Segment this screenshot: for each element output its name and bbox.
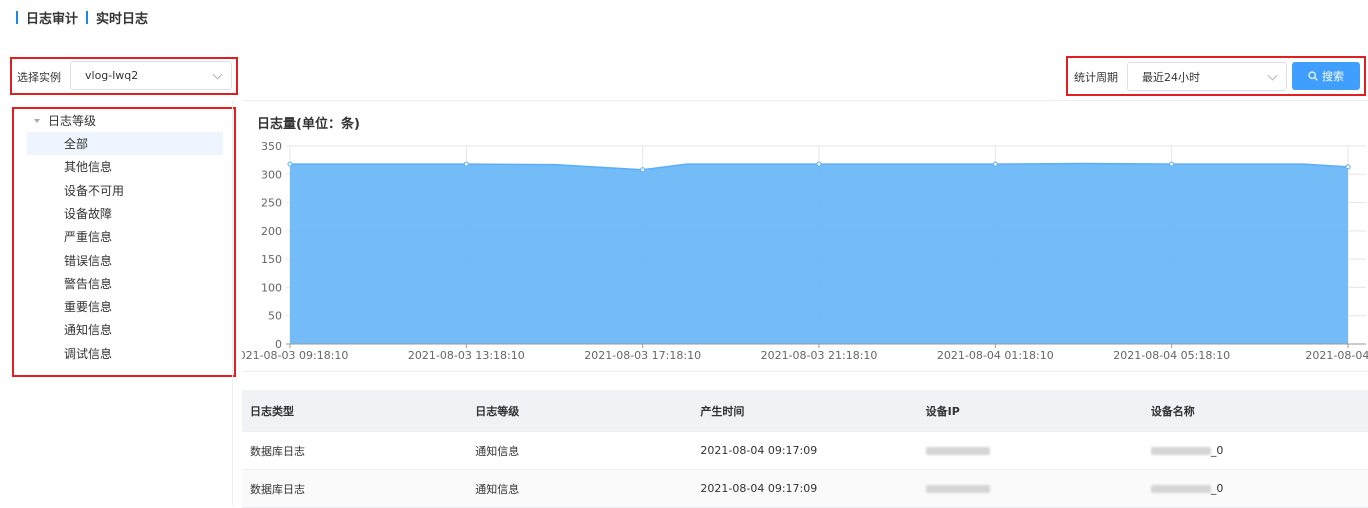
y-tick-label: 300 <box>261 168 282 181</box>
search-icon <box>1308 71 1318 81</box>
x-tick-label: 2021-08-03 17:18:10 <box>584 349 701 362</box>
data-point[interactable] <box>992 161 998 167</box>
device-name-suffix: _0 <box>1210 482 1224 495</box>
breadcrumb-current: 实时日志 <box>96 12 149 27</box>
y-tick-label: 350 <box>261 140 282 153</box>
tree-item[interactable]: 严重信息 <box>27 225 223 248</box>
search-button[interactable]: 搜索 <box>1292 62 1360 90</box>
header-log-level: 日志等级 <box>475 404 520 418</box>
tree-item[interactable]: 调试信息 <box>27 342 223 365</box>
cell-time: 2021-08-04 09:17:09 <box>700 482 818 495</box>
breadcrumb-separator <box>86 11 89 24</box>
data-point[interactable] <box>463 161 469 167</box>
cell-log-level: 通知信息 <box>475 444 520 458</box>
tree-item[interactable]: 通知信息 <box>27 318 223 341</box>
tree-item[interactable]: 重要信息 <box>27 295 223 318</box>
log-volume-chart: 0501001502002503003502021-08-03 09:18:10… <box>242 140 1368 362</box>
caret-down-icon[interactable] <box>34 118 40 123</box>
tree-root[interactable]: 日志等级 <box>34 112 96 129</box>
redacted-name <box>1150 447 1211 455</box>
breadcrumb-parent[interactable]: 日志审计 <box>26 8 78 27</box>
cell-time: 2021-08-04 09:17:09 <box>700 444 818 457</box>
x-tick-label: 2021-08-04 09: <box>1305 349 1368 362</box>
redacted-ip <box>925 447 990 455</box>
y-tick-label: 150 <box>261 253 282 266</box>
cell-device-name: _0 <box>1143 444 1368 457</box>
y-tick-label: 100 <box>261 281 282 294</box>
y-tick-label: 50 <box>268 310 282 323</box>
cell-device-ip <box>918 482 1143 495</box>
data-point[interactable] <box>640 167 646 173</box>
x-tick-label: 2021-08-04 05:18:10 <box>1113 349 1230 362</box>
search-button-label: 搜索 <box>1322 70 1344 83</box>
table-row[interactable]: 数据库日志 通知信息 2021-08-04 09:17:09 _0 <box>242 432 1368 470</box>
table-header: 日志类型 日志等级 产生时间 设备IP 设备名称 <box>242 390 1368 432</box>
header-device-name: 设备名称 <box>1150 404 1195 418</box>
chevron-down-icon <box>212 69 223 80</box>
cell-device-ip <box>918 444 1143 457</box>
device-name-suffix: _0 <box>1210 444 1224 457</box>
log-table: 日志类型 日志等级 产生时间 设备IP 设备名称 数据库日志 通知信息 2021… <box>242 390 1368 508</box>
x-tick-label: 2021-08-03 13:18:10 <box>408 349 525 362</box>
y-tick-label: 200 <box>261 225 282 238</box>
header-log-type: 日志类型 <box>250 404 294 418</box>
data-point[interactable] <box>1345 164 1351 170</box>
area-series <box>290 163 1348 344</box>
header-time: 产生时间 <box>700 404 745 418</box>
y-tick-label: 250 <box>261 197 282 210</box>
tree-root-label: 日志等级 <box>48 114 97 128</box>
cell-log-type: 数据库日志 <box>250 482 305 496</box>
data-point[interactable] <box>816 161 822 167</box>
cell-log-level: 通知信息 <box>475 482 520 496</box>
period-select[interactable]: 最近24小时 <box>1127 62 1287 91</box>
breadcrumb: 日志审计 实时日志 <box>16 8 148 27</box>
period-select-value: 最近24小时 <box>1142 70 1200 84</box>
cell-device-name: _0 <box>1143 482 1368 495</box>
chevron-down-icon <box>1267 70 1278 81</box>
x-tick-label: 2021-08-03 09:18:10 <box>242 349 348 362</box>
redacted-ip <box>925 485 990 493</box>
data-point[interactable] <box>1169 161 1175 167</box>
x-tick-label: 2021-08-03 21:18:10 <box>761 349 878 362</box>
tree-item[interactable]: 警告信息 <box>27 272 223 295</box>
data-point[interactable] <box>287 161 293 167</box>
tree-item[interactable]: 错误信息 <box>27 249 223 272</box>
instance-select-value: vlog-lwq2 <box>85 69 139 82</box>
period-label: 统计周期 <box>1074 71 1118 84</box>
tree-item[interactable]: 其他信息 <box>27 155 223 178</box>
tree-item[interactable]: 设备不可用 <box>27 179 223 202</box>
tree-item[interactable]: 设备故障 <box>27 202 223 225</box>
redacted-name <box>1150 485 1211 493</box>
divider <box>232 100 233 505</box>
header-device-ip: 设备IP <box>925 404 960 418</box>
table-row[interactable]: 数据库日志 通知信息 2021-08-04 09:17:09 _0 <box>242 470 1368 508</box>
instance-label: 选择实例 <box>17 71 61 84</box>
tree-item[interactable]: 全部 <box>27 132 223 155</box>
x-tick-label: 2021-08-04 01:18:10 <box>937 349 1054 362</box>
instance-select[interactable]: vlog-lwq2 <box>70 61 232 90</box>
breadcrumb-marker <box>16 11 18 24</box>
cell-log-type: 数据库日志 <box>250 444 305 458</box>
